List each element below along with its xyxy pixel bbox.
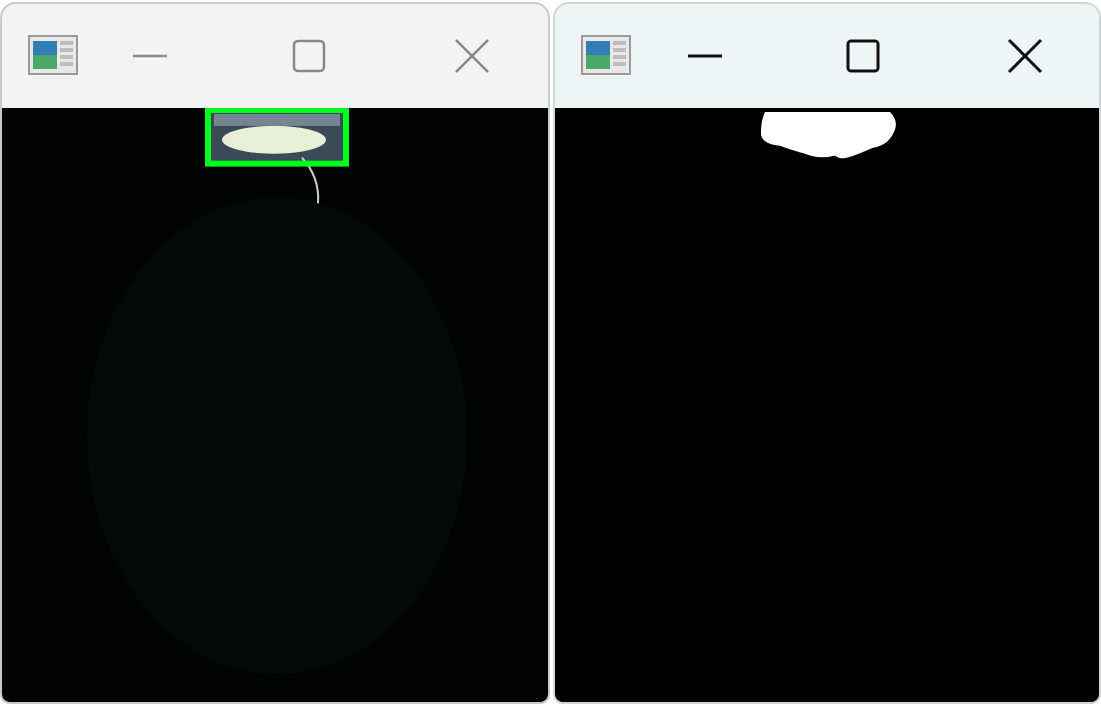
title-bar[interactable] bbox=[555, 4, 1099, 108]
mask-blob bbox=[760, 111, 896, 159]
binary-mask bbox=[555, 108, 1099, 702]
desktop bbox=[0, 0, 1101, 705]
maximize-button[interactable] bbox=[833, 26, 893, 86]
close-button[interactable] bbox=[442, 26, 502, 86]
video-frame-canvas bbox=[87, 108, 467, 675]
minimize-icon bbox=[688, 54, 722, 58]
app-icon bbox=[28, 35, 78, 75]
maximize-icon bbox=[292, 39, 326, 73]
app-icon bbox=[581, 35, 631, 75]
video-frame bbox=[2, 108, 548, 702]
minimize-button[interactable] bbox=[120, 26, 180, 86]
close-button[interactable] bbox=[995, 26, 1055, 86]
binary-mask-canvas bbox=[760, 111, 896, 159]
minimize-button[interactable] bbox=[675, 26, 735, 86]
detected-object-glow bbox=[222, 125, 326, 154]
dim-background-shape bbox=[87, 197, 467, 675]
title-bar[interactable] bbox=[2, 4, 548, 108]
mask-window[interactable] bbox=[553, 2, 1101, 704]
minimize-icon bbox=[133, 54, 167, 58]
close-icon bbox=[455, 39, 489, 73]
close-icon bbox=[1007, 38, 1043, 74]
maximize-icon bbox=[846, 39, 880, 73]
camera-feed-window[interactable] bbox=[0, 2, 550, 704]
maximize-button[interactable] bbox=[279, 26, 339, 86]
